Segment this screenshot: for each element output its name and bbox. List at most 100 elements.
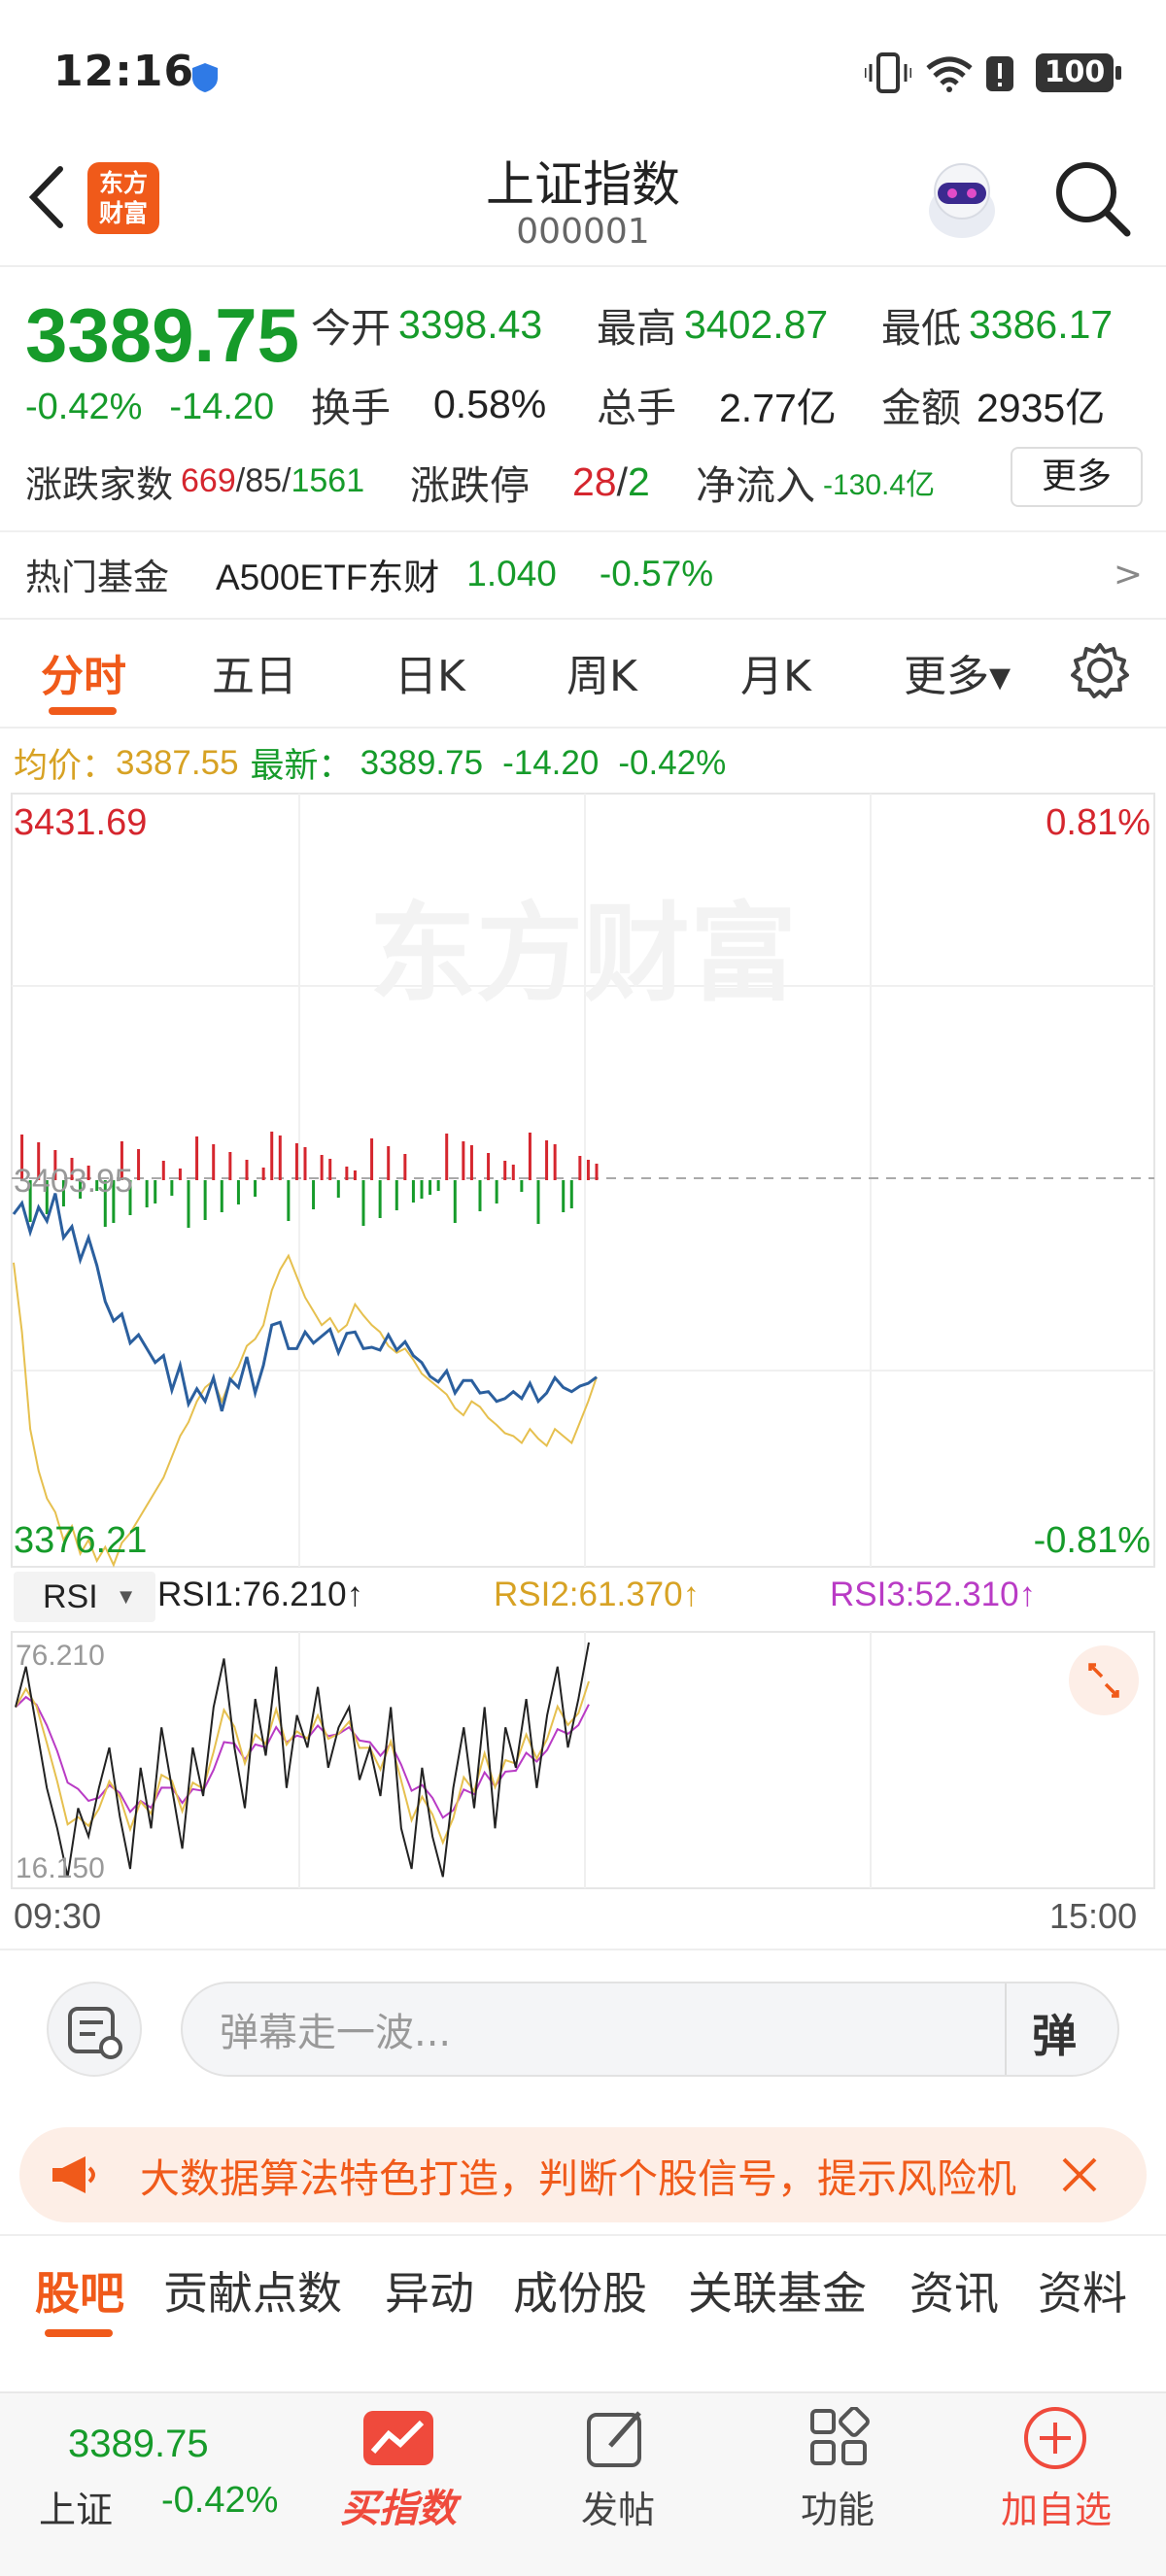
battery-tip [1115,66,1121,80]
danmu-input[interactable]: 弹幕走一波... [181,1982,1119,2077]
more-button[interactable]: 更多 [1011,447,1143,507]
divider [0,530,1166,532]
volume-bar [312,1180,316,1209]
tab-constituents[interactable]: 成份股 [513,2258,647,2322]
limit-label: 涨跌停 [410,462,530,509]
divider [0,1949,1166,1950]
prev-close-label: 3403.95 [14,1163,133,1200]
change-pct: -0.42% [25,387,143,427]
tab-guba[interactable]: 股吧 [35,2258,124,2322]
volume-bar [195,1136,199,1180]
amount-stat: 金额 2935亿 [881,375,1105,433]
bottom-price: 3389.75 [68,2423,209,2465]
rsi-max-label: 76.210 [16,1640,105,1672]
volume-bar [445,1134,449,1180]
tab-weekly-k[interactable]: 周K [566,641,637,703]
tab-news[interactable]: 资讯 [909,2258,999,2322]
bottom-pct: -0.42% [161,2480,279,2521]
volume-bar [170,1180,174,1196]
rsi-min-label: 16.150 [16,1852,105,1884]
volume-bar [562,1180,566,1212]
average-price-line [13,1253,598,1568]
low-stat: 最低 3386.17 [881,295,1113,354]
tab-more[interactable]: 更多▾ [904,641,1011,703]
volume-bar [520,1180,524,1192]
axis-end-time: 15:00 [1049,1896,1138,1936]
netflow-label: 净流入 [696,462,815,509]
close-icon[interactable] [1058,2153,1101,2196]
netflow-stat: 净流入 -130.4亿 [696,453,935,511]
volume-bar [469,1145,473,1180]
tab-profile[interactable]: 资料 [1038,2258,1127,2322]
turnover-stat: 换手 0.58% [311,375,546,433]
tab-movement[interactable]: 异动 [385,2258,474,2322]
search-icon[interactable] [1051,157,1133,239]
open-stat: 今开 3398.43 [311,295,542,354]
danmu-list-button[interactable] [47,1982,142,2077]
turnover-value: 0.58% [433,381,547,426]
volume-bar [511,1165,515,1180]
volume-bar [595,1164,599,1180]
gear-icon[interactable] [1071,641,1129,699]
open-value: 3398.43 [398,301,543,347]
chart-min-label: 3376.21 [14,1520,147,1561]
promo-banner[interactable]: 大数据算法特色打造，判断个股信号，提示风险机 [19,2127,1147,2222]
avg-value: 3387.55 [116,743,239,782]
hot-fund-row[interactable]: 热门基金 A500ETF东财 1.040 -0.57% > [25,548,1143,600]
indicator-selector-label: RSI [43,1577,98,1615]
volume-bar [569,1180,573,1208]
danmu-send-button[interactable]: 弹 [1032,2001,1077,2065]
tab-monthly-k[interactable]: 月K [740,641,811,703]
add-watchlist-button[interactable]: 加自选 [1001,2480,1112,2533]
volume-bar [403,1154,407,1180]
volume-bar [336,1180,340,1198]
volume-bar [303,1147,307,1180]
volume-bar [320,1155,324,1180]
volume-bar [361,1180,365,1226]
bottom-index-name: 上证 [39,2489,114,2531]
amount-value: 2935亿 [977,386,1106,430]
function-button[interactable]: 功能 [801,2480,874,2533]
latest-pct: -0.42% [618,743,727,782]
price-line [12,1193,598,1412]
rsi2-value: RSI2:61.370↑ [494,1576,701,1613]
volume-bar [553,1144,557,1180]
danmu-placeholder: 弹幕走一波... [220,2011,452,2055]
buy-index-button[interactable]: 买指数 [340,2477,457,2533]
low-label: 最低 [881,305,961,352]
low-value: 3386.17 [969,301,1114,347]
wifi-icon [926,56,973,92]
tab-daily-k[interactable]: 日K [394,641,465,703]
volume-bar [545,1140,549,1180]
breadth-up: 669 [181,462,236,499]
divider [0,618,1166,620]
latest-value: 3389.75 [360,743,484,782]
volume-bar [203,1180,207,1220]
volume-bar [578,1156,582,1180]
rsi-chart[interactable]: 76.210 16.150 [0,1630,1166,1890]
hot-fund-arrow: > [1113,554,1143,594]
volume-bar [178,1169,182,1180]
volume-bar [495,1180,498,1203]
header: 东方 财富 上证指数 000001 [0,146,1166,267]
tab-related-funds[interactable]: 关联基金 [688,2258,867,2322]
volume-bar [528,1133,532,1180]
post-button[interactable]: 发帖 [581,2480,655,2533]
rsi3-value: RSI3:52.310↑ [830,1576,1037,1613]
high-label: 最高 [597,305,676,352]
banner-text: 大数据算法特色打造，判断个股信号，提示风险机 [140,2155,1016,2202]
intraday-chart[interactable]: 东方财富 3403.95 3431.69 3376.21 0.81% -0.81… [0,792,1166,1569]
battery-icon: 100 [1036,53,1114,92]
limit-down: 2 [628,458,650,504]
tab-contribution[interactable]: 贡献点数 [163,2258,342,2322]
amount-label: 金额 [881,385,961,431]
tab-intraday[interactable]: 分时 [41,641,126,703]
volume-bar [420,1180,424,1199]
volume-bar [478,1180,482,1211]
axis-start-time: 09:30 [14,1896,102,1936]
tab-five-day[interactable]: 五日 [212,641,297,703]
robot-assistant-icon[interactable] [918,157,1006,245]
indicator-selector[interactable]: RSI ▼ [14,1572,155,1622]
hot-fund-label: 热门基金 [25,557,169,598]
expand-button[interactable] [1069,1645,1139,1715]
